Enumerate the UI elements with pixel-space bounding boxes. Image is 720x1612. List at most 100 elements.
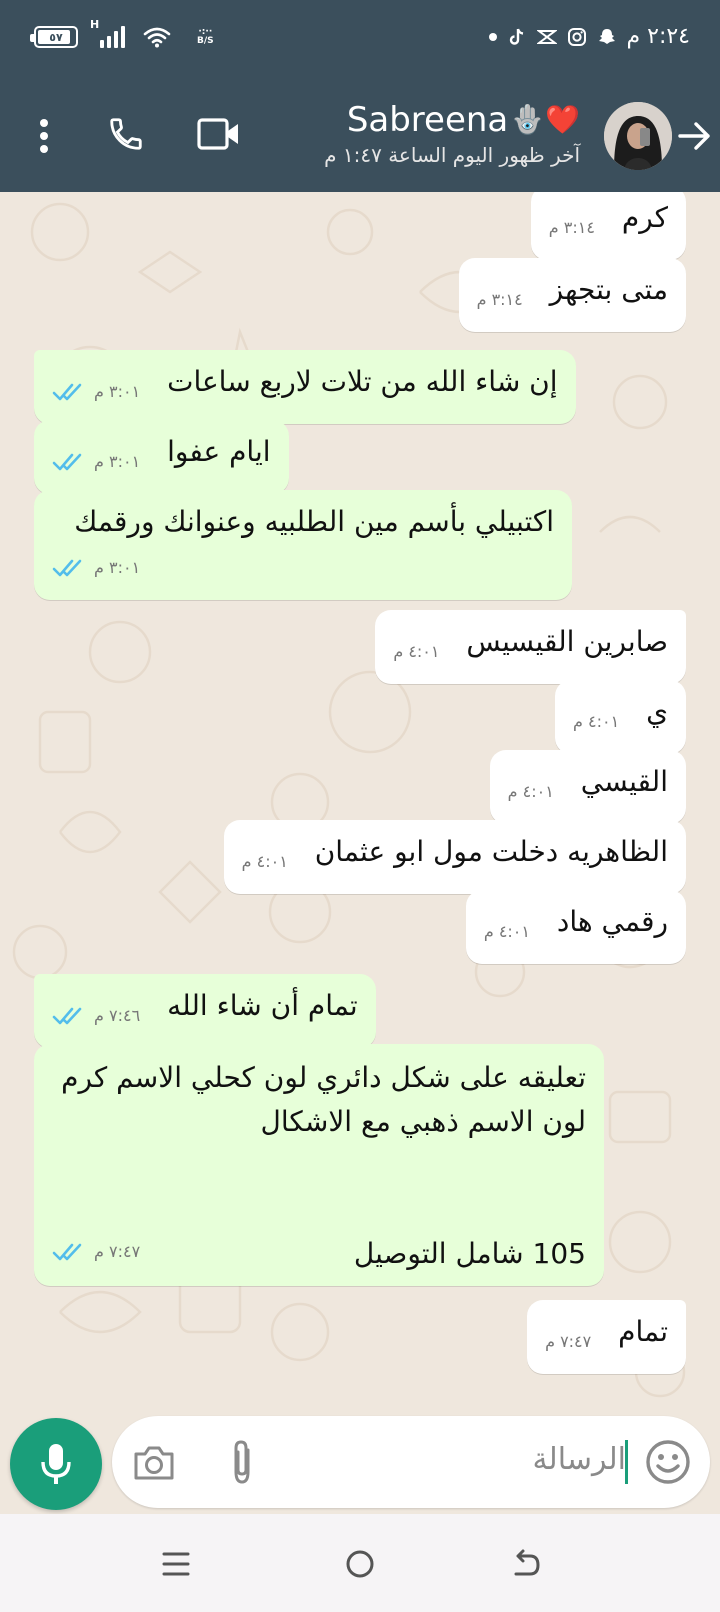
read-receipt-icon xyxy=(52,559,82,577)
message-meta: ٣:٠١ م xyxy=(52,546,554,590)
status-left: ٥٧ H ·:·· B/S xyxy=(30,18,214,48)
message-meta: ٤:٠١ م xyxy=(242,840,288,884)
message-outgoing[interactable]: تمام أن شاء الله ٧:٤٦ م xyxy=(34,974,376,1048)
message-text: اكتبيلي بأسم مين الطلبيه وعنوانك ورقمك xyxy=(74,505,554,538)
message-time: ٣:١٤ م xyxy=(476,290,523,309)
message-text: ي xyxy=(646,695,668,728)
camera-icon[interactable] xyxy=(132,1440,176,1484)
read-receipt-icon xyxy=(52,453,82,471)
message-time: ٣:٠١ م xyxy=(94,382,141,401)
chat-header: Sabreena 🪬❤️ آخر ظهور اليوم الساعة ١:٤٧ … xyxy=(0,82,720,192)
message-time: ٣:٠١ م xyxy=(94,452,141,471)
message-time: ٣:١٤ م xyxy=(548,218,595,237)
video-icon xyxy=(197,118,238,150)
message-time: ٤:٠١ م xyxy=(507,782,554,801)
more-vert-icon xyxy=(40,119,48,153)
message-incoming[interactable]: رقمي هاد ٤:٠١ م xyxy=(465,890,686,964)
message-outgoing[interactable]: اكتبيلي بأسم مين الطلبيه وعنوانك ورقمك ٣… xyxy=(34,490,572,600)
capcut-icon xyxy=(536,29,557,44)
snapchat-icon xyxy=(598,28,615,44)
message-incoming[interactable]: كرم ٣:١٤ م xyxy=(530,192,686,260)
wifi-icon xyxy=(143,27,171,48)
notification-dot-icon xyxy=(488,32,497,41)
mic-icon xyxy=(41,1444,71,1484)
message-incoming[interactable]: ي ٤:٠١ م xyxy=(555,680,686,754)
message-text: القيسي xyxy=(580,765,668,798)
chat-area[interactable]: كرم ٣:١٤ م متى بتجهز ٣:١٤ م إن شاء الله … xyxy=(0,192,720,1418)
text-cursor xyxy=(625,1440,628,1484)
message-incoming[interactable]: القيسي ٤:٠١ م xyxy=(489,750,686,824)
message-meta: ٧:٤٧ م xyxy=(52,1230,140,1274)
message-meta: ٤:٠١ م xyxy=(573,700,619,744)
back-icon[interactable] xyxy=(508,1546,544,1582)
message-time: ٤:٠١ م xyxy=(241,852,288,871)
contact-name-emoji: 🪬❤️ xyxy=(510,103,580,136)
message-meta: ٣:١٤ م xyxy=(549,206,595,250)
clock: ٢:٢٤ م xyxy=(626,24,691,49)
message-meta: ٣:٠١ م xyxy=(52,370,140,414)
message-time: ٤:٠١ م xyxy=(483,922,530,941)
message-time: ٧:٤٧ م xyxy=(94,1242,141,1261)
emoji-icon[interactable] xyxy=(644,1438,692,1486)
data-speed-unit: B/S xyxy=(197,36,214,46)
home-icon[interactable] xyxy=(342,1546,378,1582)
message-time: ٤:٠١ م xyxy=(393,642,440,661)
voice-record-button[interactable] xyxy=(10,1418,102,1510)
message-meta: ٧:٤٧ م xyxy=(545,1320,591,1364)
message-text: تمام أن شاء الله xyxy=(167,989,358,1022)
read-receipt-icon xyxy=(52,1243,82,1261)
recent-apps-icon[interactable] xyxy=(158,1546,194,1582)
system-navigation-bar xyxy=(0,1514,720,1612)
message-time: ٤:٠١ م xyxy=(573,712,620,731)
message-input-field[interactable]: الرسالة xyxy=(112,1416,710,1508)
message-outgoing[interactable]: تعليقه على شكل دائري لون كحلي الاسم كرم … xyxy=(34,1044,604,1286)
message-meta: ٤:٠١ م xyxy=(393,630,439,674)
battery-icon: ٥٧ xyxy=(30,26,78,48)
battery-level: ٥٧ xyxy=(49,30,63,44)
video-call-button[interactable] xyxy=(196,112,242,156)
phone-icon xyxy=(110,118,142,150)
message-text: صابرين القيسيس xyxy=(466,625,668,658)
data-speed: ·:·· B/S xyxy=(197,28,214,46)
message-meta: ٧:٤٦ م xyxy=(52,994,140,1038)
message-text: إن شاء الله من تلات لاربع ساعات xyxy=(167,365,558,398)
message-text: الظاهريه دخلت مول ابو عثمان xyxy=(314,835,668,868)
paperclip-icon[interactable] xyxy=(220,1438,264,1486)
status-right: ٢:٢٤ م xyxy=(488,24,691,49)
message-outgoing[interactable]: إن شاء الله من تلات لاربع ساعات ٣:٠١ م xyxy=(34,350,576,424)
message-text: ايام عفوا xyxy=(167,435,271,468)
message-meta: ٣:٠١ م xyxy=(52,440,140,484)
avatar-image xyxy=(604,102,672,170)
message-time: ٣:٠١ م xyxy=(94,558,141,577)
message-meta: ٣:١٤ م xyxy=(477,278,523,322)
message-meta: ٤:٠١ م xyxy=(484,910,530,954)
message-incoming[interactable]: صابرين القيسيس ٤:٠١ م xyxy=(375,610,686,684)
last-seen: آخر ظهور اليوم الساعة ١:٤٧ م xyxy=(324,143,580,167)
read-receipt-icon xyxy=(52,1007,82,1025)
back-arrow-icon[interactable] xyxy=(676,118,712,154)
message-outgoing[interactable]: ايام عفوا ٣:٠١ م xyxy=(34,420,289,494)
message-input-placeholder: الرسالة xyxy=(532,1442,626,1477)
cell-signal-icon: H xyxy=(90,18,125,48)
message-incoming[interactable]: تمام ٧:٤٧ م xyxy=(527,1300,686,1374)
message-text: تمام xyxy=(618,1315,668,1348)
avatar[interactable] xyxy=(604,102,672,170)
message-incoming[interactable]: متى بتجهز ٣:١٤ م xyxy=(458,258,686,332)
network-type: H xyxy=(90,18,100,31)
message-text: متى بتجهز xyxy=(549,273,668,306)
contact-name-row: Sabreena 🪬❤️ xyxy=(324,100,580,140)
more-options-button[interactable] xyxy=(30,112,58,160)
voice-call-button[interactable] xyxy=(104,112,148,156)
contact-name: Sabreena xyxy=(346,100,509,140)
message-time: ٧:٤٧ م xyxy=(545,1332,592,1351)
message-meta: ٤:٠١ م xyxy=(508,770,554,814)
message-text: رقمي هاد xyxy=(556,905,668,938)
message-time: ٧:٤٦ م xyxy=(94,1006,141,1025)
message-incoming[interactable]: الظاهريه دخلت مول ابو عثمان ٤:٠١ م xyxy=(223,820,686,894)
tiktok-icon xyxy=(509,28,523,45)
status-bar: ٥٧ H ·:·· B/S ٢:٢٤ م xyxy=(0,0,720,82)
contact-info[interactable]: Sabreena 🪬❤️ آخر ظهور اليوم الساعة ١:٤٧ … xyxy=(324,100,580,170)
instagram-icon xyxy=(567,27,586,46)
read-receipt-icon xyxy=(52,383,82,401)
composer: الرسالة xyxy=(0,1416,720,1512)
